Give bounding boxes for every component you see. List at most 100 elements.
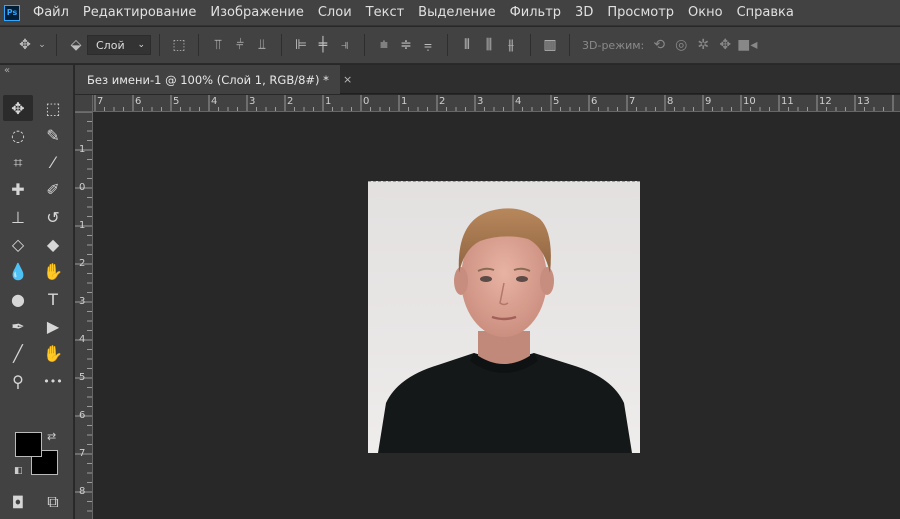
3d-camera-icon[interactable]: ■◂ (736, 37, 758, 53)
distribute-bottom-icon[interactable]: ⩦ (417, 37, 439, 53)
layers-stack-icon[interactable]: ⬙ (65, 37, 87, 53)
menu-image[interactable]: Изображение (203, 5, 310, 20)
menu-select[interactable]: Выделение (411, 5, 502, 20)
separator (56, 34, 57, 56)
quick-mask-icon[interactable]: ◘ (3, 489, 33, 515)
type-tool-icon[interactable]: T (38, 286, 68, 312)
ruler-corner[interactable] (75, 95, 93, 112)
3d-roll-icon[interactable]: ◎ (670, 37, 692, 53)
ruler-label: 5 (173, 96, 180, 107)
canvas-bound (368, 181, 640, 182)
options-bar: ✥ ⌄ ⬙ Слой ⌄ ⬚ ⫪ ⫩ ⫫ ⊫ ╪ ⫣ ⩧ ≑ ⩦ ⫴ ⫼ ⫵ ▥… (0, 27, 900, 64)
history-brush-tool-icon[interactable]: ↺ (38, 204, 68, 230)
auto-select-dropdown[interactable]: Слой ⌄ (87, 35, 151, 55)
ruler-label: 8 (667, 96, 674, 107)
menu-filter[interactable]: Фильтр (503, 5, 568, 20)
document-tab-title: Без имени-1 @ 100% (Слой 1, RGB/8#) * (87, 72, 329, 87)
brush-tool-icon[interactable]: ✐ (38, 177, 68, 203)
crop-tool-icon[interactable]: ⌗ (3, 150, 33, 176)
foreground-color-swatch[interactable] (15, 432, 42, 457)
vertical-ruler[interactable]: 1 0 1 2 3 4 5 6 7 8 (75, 112, 93, 519)
menu-edit[interactable]: Редактирование (76, 5, 203, 20)
swap-colors-icon[interactable]: ⇄ (47, 430, 56, 443)
horizontal-ruler[interactable]: 7 6 5 4 3 2 1 0 1 2 3 4 5 6 7 8 9 10 11 12 13 (93, 95, 900, 112)
menu-view[interactable]: Просмотр (600, 5, 681, 20)
menu-type[interactable]: Текст (359, 5, 412, 20)
menu-3d[interactable]: 3D (568, 5, 600, 20)
ruler-label: 13 (857, 96, 870, 107)
menu-window[interactable]: Окно (681, 5, 730, 20)
align-horizontal-center-icon[interactable]: ╪ (312, 37, 334, 53)
ruler-label: 12 (819, 96, 832, 107)
collapse-panel-icon[interactable]: « (4, 65, 10, 76)
pen-tool-icon[interactable]: ✒ (3, 313, 33, 339)
paint-bucket-tool-icon[interactable]: ◆ (38, 232, 68, 258)
align-right-icon[interactable]: ⫣ (334, 37, 356, 53)
menu-file[interactable]: Файл (26, 5, 76, 20)
distribute-vertical-center-icon[interactable]: ≑ (395, 37, 417, 53)
ruler-label: 9 (705, 96, 712, 107)
ruler-label: 5 (553, 96, 560, 107)
align-bottom-icon[interactable]: ⫫ (251, 37, 273, 53)
align-vertical-center-icon[interactable]: ⫩ (229, 37, 251, 53)
distribute-right-icon[interactable]: ⫵ (500, 37, 522, 53)
hand-tool-icon[interactable]: ✋ (38, 341, 68, 367)
eyedropper-tool-icon[interactable]: ⁄ (38, 150, 68, 176)
3d-orbit-icon[interactable]: ⟲ (648, 37, 670, 53)
dodge-tool-icon[interactable]: ● (3, 286, 33, 312)
healing-brush-tool-icon[interactable]: ✚ (3, 177, 33, 203)
chevron-down-icon: ⌄ (137, 40, 145, 50)
screen-mode-icon[interactable]: ⧉ (38, 489, 68, 515)
distribute-top-icon[interactable]: ⩧ (373, 37, 395, 53)
line-tool-icon[interactable]: ╱ (3, 341, 33, 367)
distribute-horizontal-center-icon[interactable]: ⫼ (478, 37, 500, 53)
chevron-down-icon[interactable]: ⌄ (36, 40, 48, 50)
marquee-tool-icon[interactable]: ⬚ (38, 95, 68, 121)
ruler-label: 2 (79, 258, 86, 269)
more-tools-icon[interactable]: ••• (38, 368, 68, 394)
move-tool-icon[interactable]: ✥ (3, 95, 33, 121)
separator (447, 34, 448, 56)
app-logo[interactable]: Ps (4, 4, 20, 21)
ruler-label: 1 (401, 96, 408, 107)
transform-controls-icon[interactable]: ⬚ (168, 37, 190, 53)
clone-stamp-tool-icon[interactable]: ⊥ (3, 204, 33, 230)
lasso-tool-icon[interactable]: ◌ (3, 122, 33, 148)
path-selection-tool-icon[interactable]: ▶ (38, 313, 68, 339)
ruler-label: 3 (477, 96, 484, 107)
close-icon[interactable]: × (343, 73, 352, 86)
separator (569, 34, 570, 56)
default-colors-icon[interactable]: ◧ (14, 466, 23, 476)
move-tool-preset-icon[interactable]: ✥ (14, 37, 36, 53)
ruler-label: 8 (79, 486, 86, 497)
ruler-label: 1 (79, 220, 86, 231)
ruler-label: 10 (743, 96, 756, 107)
zoom-tool-icon[interactable]: ⚲ (3, 368, 33, 394)
smudge-tool-icon[interactable]: ✋ (38, 259, 68, 285)
ruler-label: 1 (79, 144, 86, 155)
ruler-label: 4 (79, 334, 86, 345)
separator (198, 34, 199, 56)
document-tab-bar: Без имени-1 @ 100% (Слой 1, RGB/8#) * × (75, 65, 900, 94)
document-tab[interactable]: Без имени-1 @ 100% (Слой 1, RGB/8#) * × (75, 65, 352, 94)
quick-selection-tool-icon[interactable]: ✎ (38, 122, 68, 148)
separator (281, 34, 282, 56)
3d-pan-icon[interactable]: ✲ (692, 37, 714, 53)
separator (530, 34, 531, 56)
menu-bar: Ps Файл Редактирование Изображение Слои … (0, 0, 900, 26)
auto-align-icon[interactable]: ▥ (539, 37, 561, 53)
menu-layers[interactable]: Слои (311, 5, 359, 20)
eraser-tool-icon[interactable]: ◇ (3, 232, 33, 258)
3d-mode-label: 3D-режим: (582, 38, 645, 52)
ruler-label: 0 (79, 182, 86, 193)
align-top-icon[interactable]: ⫪ (207, 37, 229, 53)
3d-slide-icon[interactable]: ✥ (714, 37, 736, 53)
document-canvas[interactable] (368, 181, 640, 453)
ruler-label: 11 (781, 96, 794, 107)
ruler-label: 2 (439, 96, 446, 107)
blur-tool-icon[interactable]: 💧 (3, 259, 33, 285)
align-left-icon[interactable]: ⊫ (290, 37, 312, 53)
ruler-label: 1 (325, 96, 332, 107)
menu-help[interactable]: Справка (730, 5, 801, 20)
distribute-left-icon[interactable]: ⫴ (456, 37, 478, 53)
